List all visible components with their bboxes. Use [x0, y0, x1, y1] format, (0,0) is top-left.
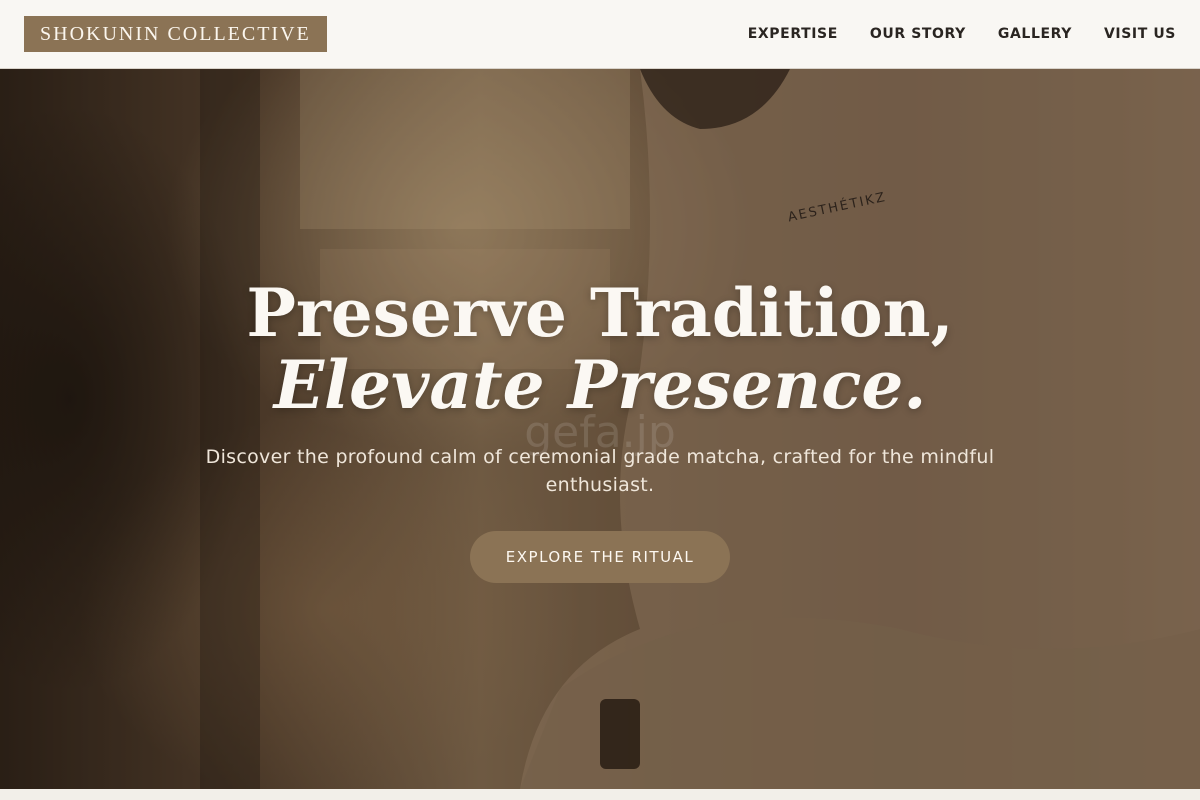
nav-link-our-story[interactable]: OUR STORY [870, 26, 966, 42]
site-header: SHOKUNIN COLLECTIVE EXPERTISE OUR STORY … [0, 0, 1200, 69]
nav-link-expertise[interactable]: EXPERTISE [748, 26, 838, 42]
nav-link-gallery[interactable]: GALLERY [998, 26, 1072, 42]
hero-headline: Preserve Tradition, Elevate Presence. [0, 277, 1200, 421]
nav-link-visit-us[interactable]: VISIT US [1104, 26, 1176, 42]
main-nav: EXPERTISE OUR STORY GALLERY VISIT US [748, 26, 1176, 42]
hero-content: gefa.jp Preserve Tradition, Elevate Pres… [0, 69, 1200, 789]
page-bottom-edge [0, 789, 1200, 800]
headline-line-2: Elevate Presence. [273, 346, 927, 424]
hero-subtitle: Discover the profound calm of ceremonial… [205, 446, 995, 496]
explore-ritual-button[interactable]: EXPLORE THE RITUAL [470, 531, 730, 583]
brand-logo[interactable]: SHOKUNIN COLLECTIVE [24, 16, 327, 52]
headline-line-1: Preserve Tradition, [246, 274, 954, 352]
hero-section: AESTHÉTIKZ gefa.jp Preserve Tradition, E… [0, 69, 1200, 789]
